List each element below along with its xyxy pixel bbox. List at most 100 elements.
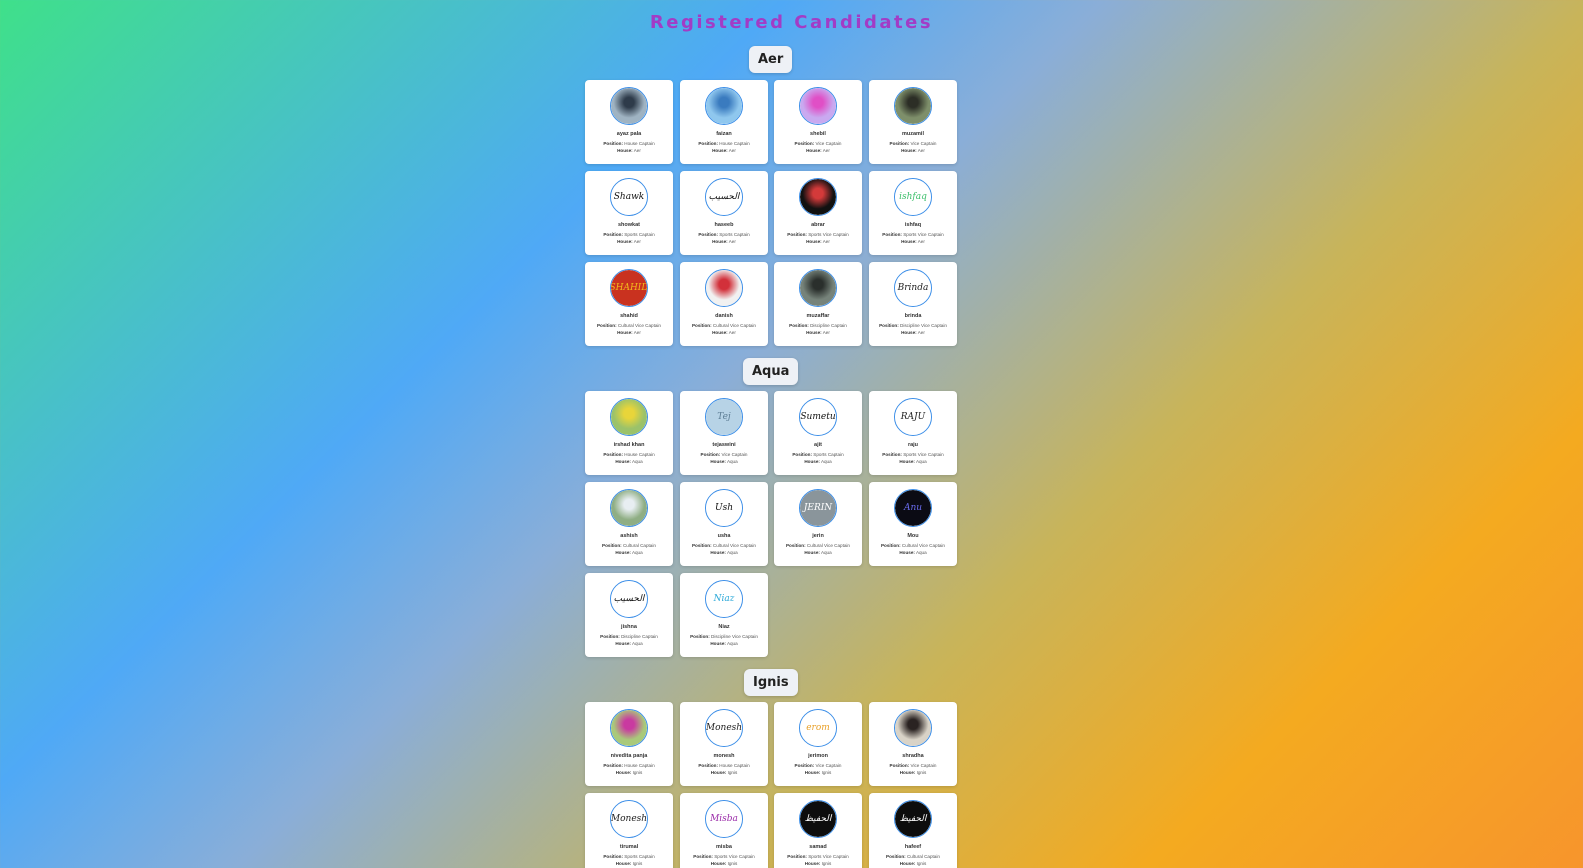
position-value: Vice Captain [910, 763, 937, 768]
candidate-card[interactable]: Misba misba Position: Sports Vice Captain H… [680, 793, 768, 868]
position-label: Position: [787, 232, 807, 237]
house-label-text: House: [899, 861, 916, 866]
candidate-card[interactable]: shradha Position: Vice Captain House: Igni… [869, 702, 957, 786]
candidate-name: abrar [811, 222, 825, 228]
house-value: Aqua [726, 459, 738, 464]
house-label-text: House: [712, 239, 728, 244]
house-label-text: House: [615, 459, 631, 464]
candidate-name: showkat [617, 222, 640, 228]
candidate-position: Position: Vice Captain [680, 452, 768, 457]
candidate-card[interactable]: ashish Position: Cultural Captain House: A… [585, 482, 673, 566]
candidate-card[interactable]: Monesh tirumal Position: Sports Captain Hou… [585, 793, 673, 868]
candidate-card[interactable]: Ush usha Position: Cultural Vice Captain Ho… [680, 482, 768, 566]
candidate-card[interactable]: الحفيظ samad Position: Sports Vice Captain… [774, 793, 862, 868]
house-label-text: House: [901, 148, 917, 153]
house-label-text: House: [899, 459, 915, 464]
photo-person-icon [894, 87, 932, 125]
candidate-card[interactable]: ayaz pala Position: House Captain House: A… [585, 80, 673, 164]
candidate-card[interactable]: Brinda brinda Position: Discipline Vice Ca… [869, 262, 957, 346]
position-value: Sports Vice Captain [714, 854, 755, 859]
candidate-name: ashish [620, 533, 638, 539]
candidate-position: Position: Cultural Vice Captain [585, 323, 673, 328]
candidate-card[interactable]: JERIN jerin Position: Cultural Vice Captai… [774, 482, 862, 566]
avatar-mark: Ush [715, 503, 733, 513]
candidate-name: misba [716, 844, 732, 850]
candidate-house: House: Ignis [680, 770, 768, 775]
house-label-text: House: [804, 861, 821, 866]
candidate-card[interactable]: Sumetu ajit Position: Sports Captain House:… [774, 391, 862, 475]
photo-outdoor-icon [610, 398, 648, 436]
candidate-card[interactable]: Anu Mou Position: Cultural Vice Captain Hou… [869, 482, 957, 566]
candidate-house: House: Aer [774, 330, 862, 335]
candidate-card[interactable]: nivedita panja Position: House Captain Hou… [585, 702, 673, 786]
house-label-text: House: [617, 148, 633, 153]
candidate-house: House: Aqua [585, 459, 673, 464]
house-label-text: House: [615, 550, 631, 555]
house-value: Aqua [631, 550, 643, 555]
candidate-house: House: Ignis [585, 770, 673, 775]
calligraphy-icon: الحسيب [705, 178, 743, 216]
avatar-background [800, 179, 836, 215]
book-cover-icon [799, 87, 837, 125]
candidate-house: House: Aqua [680, 641, 768, 646]
candidate-card[interactable]: irshad khan Position: House Captain House:… [585, 391, 673, 475]
house-value: Aer [633, 148, 641, 153]
candidate-card[interactable]: RAJU raju Position: Sports Vice Captain Hou… [869, 391, 957, 475]
position-label: Position: [600, 634, 620, 639]
position-value: House Captain [624, 452, 655, 457]
candidate-card[interactable]: shebil Position: Vice Captain House: Aer [774, 80, 862, 164]
position-label: Position: [792, 452, 812, 457]
candidate-card[interactable]: erom jerimon Position: Vice Captain House: … [774, 702, 862, 786]
candidate-name: irshad khan [613, 442, 645, 448]
text-logo-icon: ishfaq [894, 178, 932, 216]
house-label-text: House: [901, 239, 917, 244]
position-value: Cultural Vice Captain [712, 543, 756, 548]
candidate-house: House: Aer [869, 330, 957, 335]
candidate-name: jishna [621, 624, 637, 630]
candidate-position: Position: Discipline Vice Captain [869, 323, 957, 328]
candidate-card[interactable]: Shawk showkat Position: Sports Captain Hous… [585, 171, 673, 255]
candidate-card[interactable]: الحسيب jishna Position: Discipline Captain… [585, 573, 673, 657]
candidate-house: House: Aer [585, 148, 673, 153]
candidate-card[interactable]: Niaz Niaz Position: Discipline Vice Captai… [680, 573, 768, 657]
signature-icon: Brinda [894, 269, 932, 307]
position-value: Vice Captain [815, 763, 842, 768]
candidate-card[interactable]: Tej tejaswini Position: Vice Captain House:… [680, 391, 768, 475]
candidate-card[interactable]: SHAHID shahid Position: Cultural Vice Capt… [585, 262, 673, 346]
avatar-mark: Sumetu [800, 412, 836, 422]
candidate-card[interactable]: faizan Position: House Captain House: Aer [680, 80, 768, 164]
candidate-card[interactable]: abrar Position: Sports Vice Captain House:… [774, 171, 862, 255]
candidate-name: jerin [812, 533, 824, 539]
photo-person-icon [610, 709, 648, 747]
candidate-card[interactable]: ishfaq ishfaq Position: Sports Vice Captai… [869, 171, 957, 255]
candidate-position: Position: Cultural Vice Captain [680, 543, 768, 548]
candidate-card[interactable]: الحسيب haseeb Position: Sports Captain Hous… [680, 171, 768, 255]
candidate-card[interactable]: muzaffar Position: Discipline Captain Hous… [774, 262, 862, 346]
avatar-mark: erom [806, 723, 830, 733]
house-value: Aer [633, 330, 641, 335]
candidate-position: Position: Sports Vice Captain [869, 232, 957, 237]
candidate-position: Position: Sports Vice Captain [680, 854, 768, 859]
house-label-text: House: [615, 861, 632, 866]
house-value: Aer [822, 330, 830, 335]
avatar-background [706, 88, 742, 124]
house-value: Ignis [727, 861, 738, 866]
candidate-card[interactable]: muzamil Position: Vice Captain House: Aer [869, 80, 957, 164]
house-value: Aer [728, 330, 736, 335]
house-label-text: House: [804, 550, 820, 555]
candidate-card[interactable]: الحفيظ hafeef Position: Cultural Captain Ho… [869, 793, 957, 868]
position-label: Position: [889, 763, 910, 768]
candidate-position: Position: Vice Captain [869, 141, 957, 146]
candidate-house: House: Aqua [869, 459, 957, 464]
position-value: Discipline Captain [621, 634, 658, 639]
position-label: Position: [882, 232, 902, 237]
avatar-mark: Brinda [897, 283, 929, 293]
candidate-house: House: Aer [774, 148, 862, 153]
candidate-card[interactable]: danish Position: Cultural Vice Captain Hou… [680, 262, 768, 346]
text-logo-icon: Niaz [705, 580, 743, 618]
position-label: Position: [880, 543, 901, 548]
candidate-house: House: Aer [680, 148, 768, 153]
candidate-name: ishfaq [904, 222, 922, 228]
candidate-card[interactable]: Monesh monesh Position: House Captain House… [680, 702, 768, 786]
candidate-house: House: Ignis [774, 770, 862, 775]
